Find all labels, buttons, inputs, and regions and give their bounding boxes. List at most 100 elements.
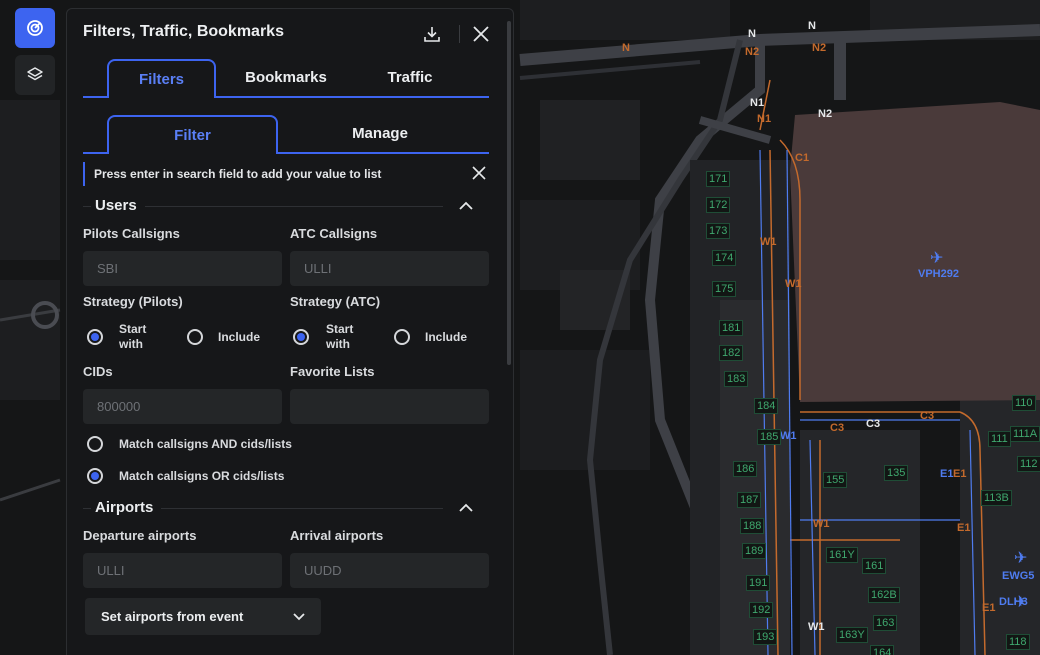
section-divider [145, 206, 443, 207]
stand-label[interactable]: 193 [753, 629, 778, 645]
stand-label[interactable]: 111A [1010, 426, 1040, 442]
stand-label[interactable]: 192 [749, 602, 774, 618]
stand-label[interactable]: 189 [742, 543, 767, 559]
taxiway-label: C3 [830, 422, 845, 434]
panel-title: Filters, Traffic, Bookmarks [83, 23, 284, 40]
taxiway-label: N [808, 20, 816, 32]
stand-label[interactable]: 171 [706, 171, 731, 187]
stand-label[interactable]: 161 [862, 558, 887, 574]
tab-filters[interactable]: Filters [107, 59, 216, 98]
taxiway-label: C3 [920, 410, 935, 422]
stand-label[interactable]: 186 [733, 461, 758, 477]
info-text: Press enter in search field to add your … [94, 167, 382, 181]
close-panel-button[interactable] [470, 23, 492, 45]
taxiway-label: E1 [957, 522, 971, 534]
atc-start-with-radio[interactable] [293, 329, 309, 345]
filters-panel: Filters, Traffic, Bookmarks Filters Book… [66, 8, 514, 655]
stand-label[interactable]: 113B [981, 490, 1012, 506]
atc-include-label: Include [425, 330, 468, 344]
aircraft-icon[interactable]: ✈ [930, 248, 943, 268]
match-and-radio[interactable] [87, 436, 103, 452]
airports-section-title: Airports [95, 499, 154, 516]
stand-label[interactable]: 163 [873, 615, 898, 631]
atc-callsigns-input[interactable]: ULLI [290, 251, 489, 286]
users-section-title: Users [95, 197, 137, 214]
stand-label[interactable]: 112 [1017, 456, 1040, 472]
section-divider [83, 206, 91, 207]
match-and-label: Match callsigns AND cids/lists [119, 437, 292, 451]
stand-label[interactable]: 174 [712, 250, 737, 266]
stand-label[interactable]: 164 [870, 645, 895, 655]
atc-callsigns-label: ATC Callsigns [290, 226, 378, 241]
stand-label[interactable]: 187 [737, 492, 762, 508]
stand-label[interactable]: 155 [823, 472, 848, 488]
stand-label[interactable]: 118 [1006, 634, 1030, 650]
cids-input[interactable]: 800000 [83, 389, 282, 424]
cids-label: CIDs [83, 364, 113, 379]
arrival-airports-input[interactable]: UUDD [290, 553, 489, 588]
pilots-start-with-label: Start with [119, 322, 147, 351]
atc-start-with-label: Start with [326, 322, 354, 351]
stand-label[interactable]: 184 [754, 398, 779, 414]
departure-airports-input[interactable]: ULLI [83, 553, 282, 588]
pilots-include-label: Include [218, 330, 261, 344]
stand-label[interactable]: 163Y [836, 627, 868, 643]
aircraft-callsign[interactable]: VPH292 [918, 268, 959, 280]
tab-bookmarks[interactable]: Bookmarks [222, 59, 350, 96]
stand-label[interactable]: 162B [868, 587, 900, 603]
taxiway-label: N2 [812, 42, 827, 54]
taxiway-label: W1 [760, 236, 777, 248]
atc-include-radio[interactable] [394, 329, 410, 345]
stand-label[interactable]: 182 [719, 345, 744, 361]
match-or-label: Match callsigns OR cids/lists [119, 469, 285, 483]
tab-traffic[interactable]: Traffic [350, 59, 470, 96]
pilots-include-radio[interactable] [187, 329, 203, 345]
radar-view-button[interactable] [15, 8, 55, 48]
taxiway-label: E1 [982, 602, 996, 614]
strategy-pilots-label: Strategy (Pilots) [83, 294, 183, 309]
stand-label[interactable]: 111 [988, 431, 1011, 447]
chevron-up-icon [459, 503, 473, 512]
layers-icon [27, 67, 43, 81]
pilots-start-with-radio[interactable] [87, 329, 103, 345]
app-stage: N N N N2 N2 N1 N1 N2 C1 W1 W1 W1 C3 C3 C3 E1 E1 W1 E1 E1 W1 1… [0, 0, 1040, 655]
stand-label[interactable]: 110 [1012, 395, 1036, 411]
collapse-airports-button[interactable] [457, 499, 475, 517]
taxiway-label: N2 [818, 108, 833, 120]
stand-label[interactable]: 173 [706, 223, 731, 239]
favorite-lists-input[interactable] [290, 389, 489, 424]
stand-label[interactable]: 172 [706, 197, 731, 213]
taxiway-label: E1 [953, 468, 967, 480]
section-divider [83, 508, 91, 509]
layers-button[interactable] [15, 55, 55, 95]
stand-label[interactable]: 181 [719, 320, 744, 336]
stand-label[interactable]: 175 [712, 281, 737, 297]
taxiway-label: W1 [813, 518, 830, 530]
taxiway-label: N [622, 42, 630, 54]
aircraft-callsign[interactable]: EWG5 [1002, 570, 1034, 582]
stand-label[interactable]: 161Y [826, 547, 858, 563]
stand-label[interactable]: 188 [740, 518, 765, 534]
download-button[interactable] [421, 23, 443, 45]
taxiway-label: N1 [757, 113, 772, 125]
pilots-callsigns-input[interactable]: SBI [83, 251, 282, 286]
set-airports-from-event-select[interactable]: Set airports from event [85, 598, 321, 635]
taxiway-label: C3 [866, 418, 881, 430]
dismiss-info-button[interactable] [471, 165, 489, 183]
radar-icon [27, 20, 43, 36]
strategy-atc-label: Strategy (ATC) [290, 294, 381, 309]
panel-scrollbar[interactable] [507, 21, 511, 365]
collapse-users-button[interactable] [457, 197, 475, 215]
aircraft-icon[interactable]: ✈ [1014, 548, 1027, 568]
taxiway-label: W1 [785, 278, 802, 290]
match-or-radio[interactable] [87, 468, 103, 484]
stand-label[interactable]: 185 [757, 429, 782, 445]
aircraft-callsign[interactable]: DLH3 [999, 596, 1028, 608]
info-message: Press enter in search field to add your … [83, 162, 489, 186]
stand-label[interactable]: 191 [746, 575, 771, 591]
stand-label[interactable]: 135 [884, 465, 909, 481]
close-icon [472, 166, 486, 180]
tab-manage[interactable]: Manage [278, 115, 482, 152]
tab-filter[interactable]: Filter [107, 115, 278, 154]
stand-label[interactable]: 183 [724, 371, 749, 387]
